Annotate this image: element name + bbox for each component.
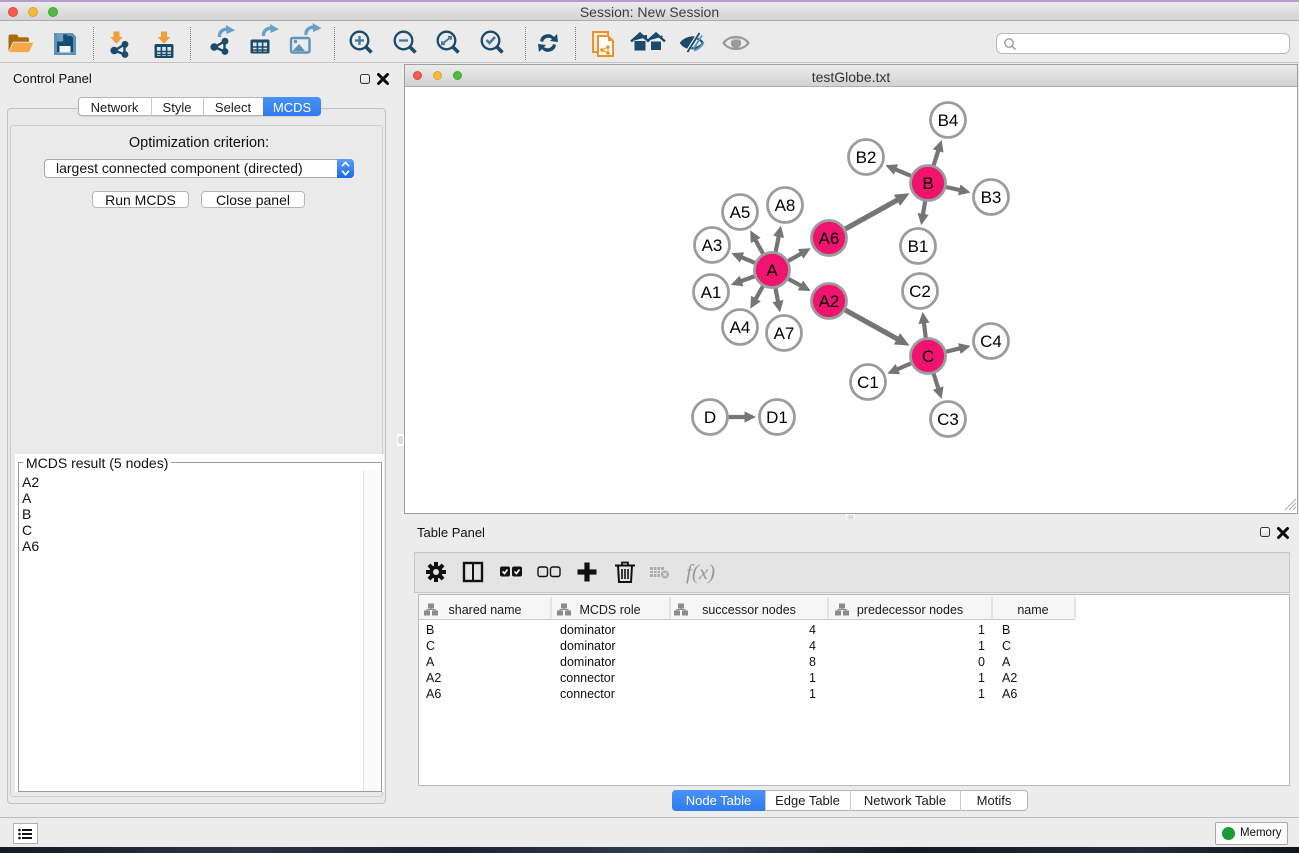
svg-text:A2: A2 bbox=[819, 292, 840, 311]
svg-text:B3: B3 bbox=[981, 188, 1002, 207]
svg-text:A6: A6 bbox=[819, 229, 840, 248]
svg-text:A1: A1 bbox=[701, 283, 722, 302]
svg-text:C: C bbox=[922, 347, 934, 366]
svg-text:A7: A7 bbox=[774, 324, 795, 343]
svg-text:C4: C4 bbox=[980, 332, 1002, 351]
svg-text:MCDS role: MCDS role bbox=[579, 603, 640, 617]
svg-text:C3: C3 bbox=[937, 410, 959, 429]
svg-text:B4: B4 bbox=[938, 111, 959, 130]
svg-text:A8: A8 bbox=[775, 196, 796, 215]
svg-text:name: name bbox=[1017, 603, 1048, 617]
svg-text:B1: B1 bbox=[908, 237, 929, 256]
svg-text:f(x): f(x) bbox=[686, 560, 715, 584]
svg-text:A3: A3 bbox=[702, 236, 723, 255]
svg-text:predecessor nodes: predecessor nodes bbox=[857, 603, 963, 617]
svg-text:D: D bbox=[704, 408, 716, 427]
svg-text:D1: D1 bbox=[766, 408, 788, 427]
svg-text:B: B bbox=[922, 174, 933, 193]
svg-text:shared name: shared name bbox=[449, 603, 522, 617]
svg-text:B2: B2 bbox=[856, 148, 877, 167]
svg-text:A5: A5 bbox=[730, 203, 751, 222]
svg-text:A: A bbox=[766, 261, 778, 280]
svg-text:A4: A4 bbox=[730, 318, 751, 337]
svg-text:C1: C1 bbox=[857, 373, 879, 392]
svg-text:successor nodes: successor nodes bbox=[702, 603, 796, 617]
svg-text:C2: C2 bbox=[909, 282, 931, 301]
